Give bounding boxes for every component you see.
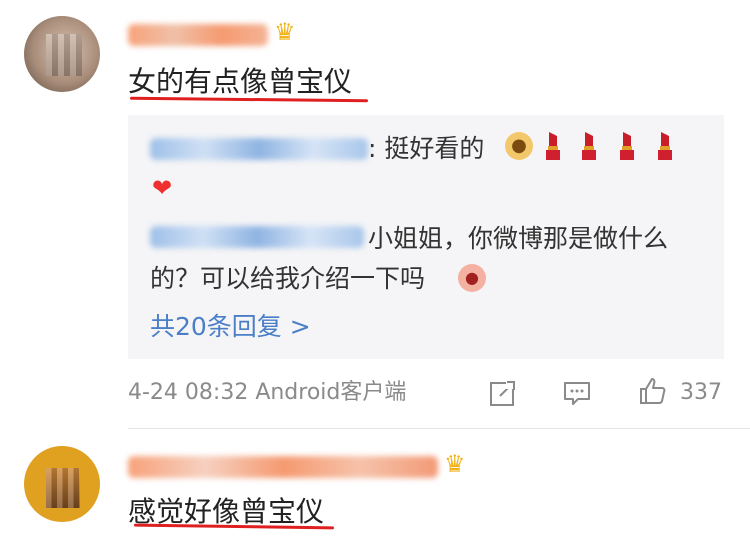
lipstick-emoji-icon	[620, 132, 634, 160]
avatar-mosaic	[46, 34, 82, 76]
lipstick-emoji-icon	[658, 132, 672, 160]
commenter-avatar[interactable]	[24, 16, 100, 92]
reply-text: : 挺好看的	[368, 134, 485, 163]
comment-text: 女的有点像曾宝仪	[128, 65, 353, 98]
avatar-mosaic	[46, 468, 80, 508]
reply-text: 小姐姐，你微博那是做什么	[368, 224, 669, 253]
view-more-replies-link[interactable]: 共20条回复 >	[150, 310, 311, 344]
thumbs-up-icon[interactable]	[638, 376, 668, 406]
comment-icon[interactable]	[562, 378, 592, 408]
heart-emoji-icon: ❤	[152, 174, 173, 202]
crown-icon: ♛	[274, 18, 296, 46]
reply-author-blurred[interactable]	[150, 138, 368, 160]
crown-icon: ♛	[444, 450, 466, 478]
reply-text-continued: 的？可以给我介绍一下吗	[150, 264, 426, 293]
share-icon[interactable]	[488, 378, 518, 408]
face-emoji-icon: ●	[458, 264, 486, 292]
commenter-name-blurred[interactable]	[128, 24, 268, 46]
dog-face-emoji-icon: ●	[505, 132, 533, 160]
reply-author-blurred[interactable]	[150, 226, 364, 248]
comment-timestamp-source: 4-24 08:32 Android客户端	[128, 380, 407, 405]
like-count: 337	[680, 380, 722, 405]
lipstick-emoji-icon	[582, 132, 596, 160]
lipstick-emoji-icon	[546, 132, 560, 160]
commenter-name-blurred[interactable]	[128, 456, 438, 478]
comment-divider	[128, 428, 750, 429]
commenter-avatar[interactable]	[24, 446, 100, 522]
